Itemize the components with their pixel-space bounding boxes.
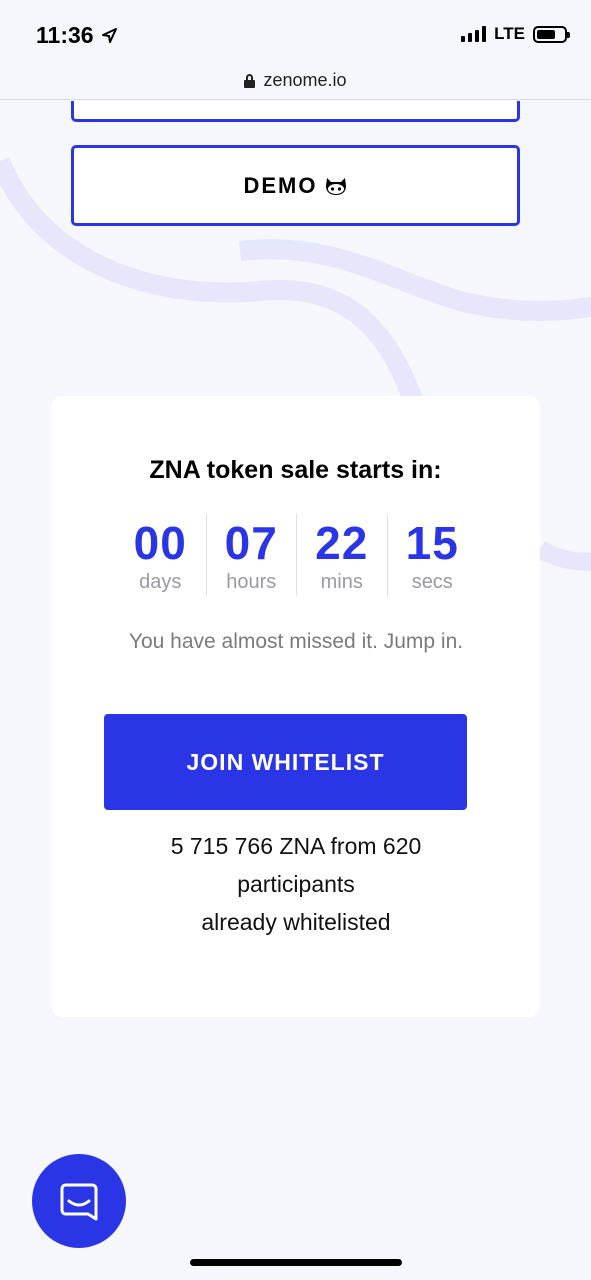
countdown-secs-label: secs [411,571,453,593]
countdown-hours: 07 hours [205,514,297,596]
address-bar[interactable]: zenome.io [0,62,591,100]
countdown-hours-label: hours [226,571,277,593]
chat-launcher-button[interactable] [32,1154,126,1248]
url-text: zenome.io [263,70,347,90]
clock: 11:36 [36,22,117,49]
previous-button-partial[interactable] [71,101,520,122]
countdown-mins-value: 22 [315,517,369,569]
demo-button[interactable]: DEMO [71,145,520,226]
countdown-mins-label: mins [320,571,363,593]
demo-button-label: DEMO [243,172,318,198]
countdown-days-label: days [139,571,182,593]
network-type: LTE [494,24,525,43]
sale-title: ZNA token sale starts in: [149,456,442,484]
countdown-secs-value: 15 [405,517,459,569]
countdown-mins: 22 mins [296,514,387,596]
countdown-days: 00 days [115,514,206,596]
countdown-secs: 15 secs [386,514,478,596]
signal-strength-icon [461,26,487,42]
whitelist-stats-line-1: 5 715 766 ZNA from 620 [170,833,422,859]
join-whitelist-label: JOIN WHITELIST [186,748,385,775]
battery-icon [533,25,570,43]
countdown-hours-value: 07 [224,517,278,569]
whitelist-stats: 5 715 766 ZNA from 620 participants alre… [115,827,477,941]
clock-time: 11:36 [36,22,94,48]
whitelist-stats-line-2: participants [237,871,355,897]
countdown-timer: 00 days 07 hours 22 mins 15 secs [115,514,477,596]
token-sale-card: ZNA token sale starts in: 00 days 07 hou… [51,396,540,1017]
location-arrow-icon [101,28,117,43]
whitelist-stats-line-3: already whitelisted [201,909,391,935]
chat-icon [60,1183,98,1221]
status-indicators: LTE [461,24,570,44]
join-whitelist-button[interactable]: JOIN WHITELIST [104,714,467,810]
urgency-notice: You have almost missed it. Jump in. [128,630,464,653]
lock-icon [244,73,256,88]
countdown-days-value: 00 [133,517,187,569]
github-octocat-icon [325,177,346,195]
home-indicator[interactable] [190,1259,402,1266]
status-bar: 11:36 LTE [0,0,591,62]
